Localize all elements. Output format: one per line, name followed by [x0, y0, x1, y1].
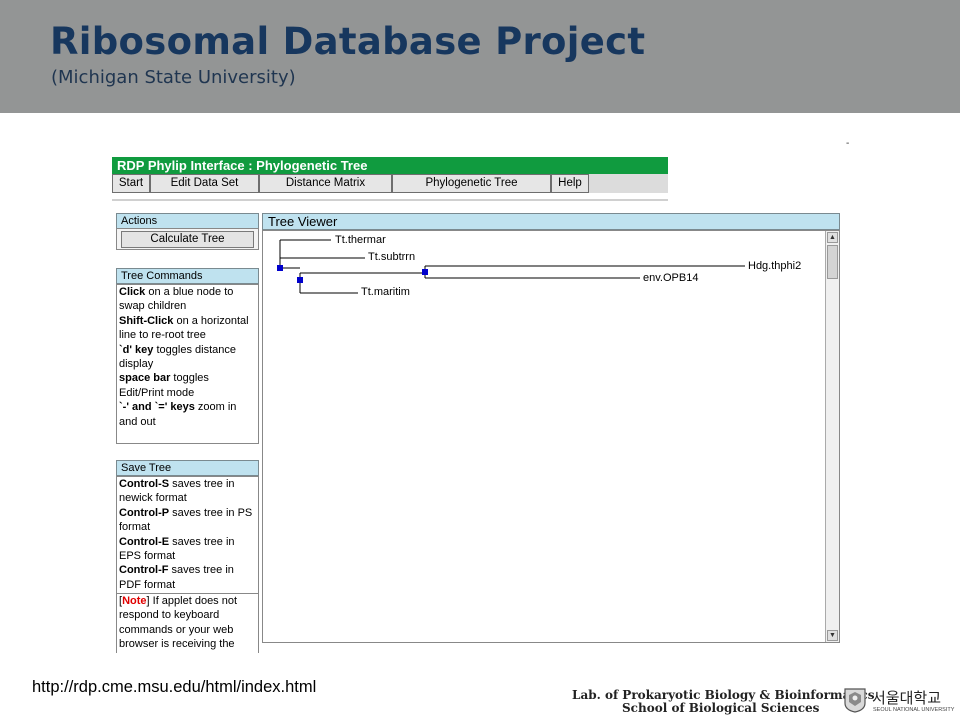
tree-commands-heading: Tree Commands	[116, 268, 259, 284]
tree-command-item: `d' key toggles distance display	[119, 343, 236, 371]
scrollbar-thumb[interactable]	[827, 245, 838, 279]
rdp-url-link[interactable]: http://rdp.cme.msu.edu/html/index.html	[32, 678, 316, 697]
tree-command-item: Shift-Click on a horizontal line to re-r…	[119, 314, 249, 342]
save-tree-item: Control-P saves tree in PS format	[119, 506, 253, 534]
lab-name: Lab. of Prokaryotic Biology & Bioinforma…	[572, 688, 875, 702]
applet-toolbar: Start Edit Data Set Distance Matrix Phyl…	[112, 174, 668, 193]
save-tree-item: Control-F saves tree in PDF format	[119, 564, 234, 591]
toolbar-divider	[112, 199, 668, 201]
distance-matrix-button[interactable]: Distance Matrix	[259, 174, 392, 193]
university-name-english: SEOUL NATIONAL UNIVERSITY	[873, 707, 955, 713]
phylogenetic-tree-button[interactable]: Phylogenetic Tree	[392, 174, 551, 193]
tree-viewer-scrollbar[interactable]: ▲ ▼	[825, 231, 839, 642]
help-button[interactable]: Help	[551, 174, 589, 193]
leaf-label: Tt.subtrrn	[368, 251, 416, 263]
applet-title-bar: RDP Phylip Interface : Phylogenetic Tree	[112, 157, 668, 174]
tree-command-item: Click on a blue node to swap children	[119, 286, 234, 313]
scroll-up-icon[interactable]: ▲	[827, 232, 838, 243]
slide-subtitle: (Michigan State University)	[51, 67, 296, 88]
note-panel: [Note] If applet does not respond to key…	[116, 593, 259, 653]
tree-command-item: `-' and `=' keys zoom in and out	[119, 401, 237, 428]
save-tree-item: Control-E saves tree in EPS format	[119, 535, 235, 563]
leaf-label: Hdg.thphi2	[748, 260, 802, 272]
start-button[interactable]: Start	[112, 174, 150, 193]
tree-node-inner[interactable]	[297, 277, 303, 283]
university-emblem-icon	[844, 688, 866, 713]
tree-viewer: Tt.thermar Tt.subtrrn Hdg.thphi2 env.OPB…	[262, 230, 840, 643]
tree-viewer-heading: Tree Viewer	[262, 213, 840, 230]
tree-commands-panel: Click on a blue node to swap children Sh…	[116, 284, 259, 444]
calculate-tree-button[interactable]: Calculate Tree	[121, 231, 254, 248]
slide-title: Ribosomal Database Project	[50, 20, 646, 63]
tree-node-root[interactable]	[277, 265, 283, 271]
school-name: School of Biological Sciences	[622, 701, 820, 715]
actions-panel-heading: Actions	[116, 213, 259, 229]
university-name-korean: 서울대학교	[872, 689, 942, 707]
leaf-label: env.OPB14	[643, 272, 699, 284]
phylogenetic-tree	[277, 239, 745, 294]
save-tree-panel: Control-S saves tree in newick format Co…	[116, 476, 259, 593]
tree-command-item: space bar toggles Edit/Print mode	[119, 372, 209, 399]
actions-panel: Calculate Tree	[116, 228, 259, 250]
leaf-label: Tt.maritim	[361, 286, 410, 298]
dash-mark: -	[846, 138, 850, 149]
edit-data-set-button[interactable]: Edit Data Set	[150, 174, 259, 193]
leaf-label: Tt.thermar	[335, 234, 386, 246]
save-tree-heading: Save Tree	[116, 460, 259, 476]
slide-header: Ribosomal Database Project (Michigan Sta…	[0, 0, 960, 113]
tree-node-clade[interactable]	[422, 269, 428, 275]
scroll-down-icon[interactable]: ▼	[827, 630, 838, 641]
save-tree-item: Control-S saves tree in newick format	[119, 478, 235, 505]
note-label: Note	[122, 595, 147, 607]
